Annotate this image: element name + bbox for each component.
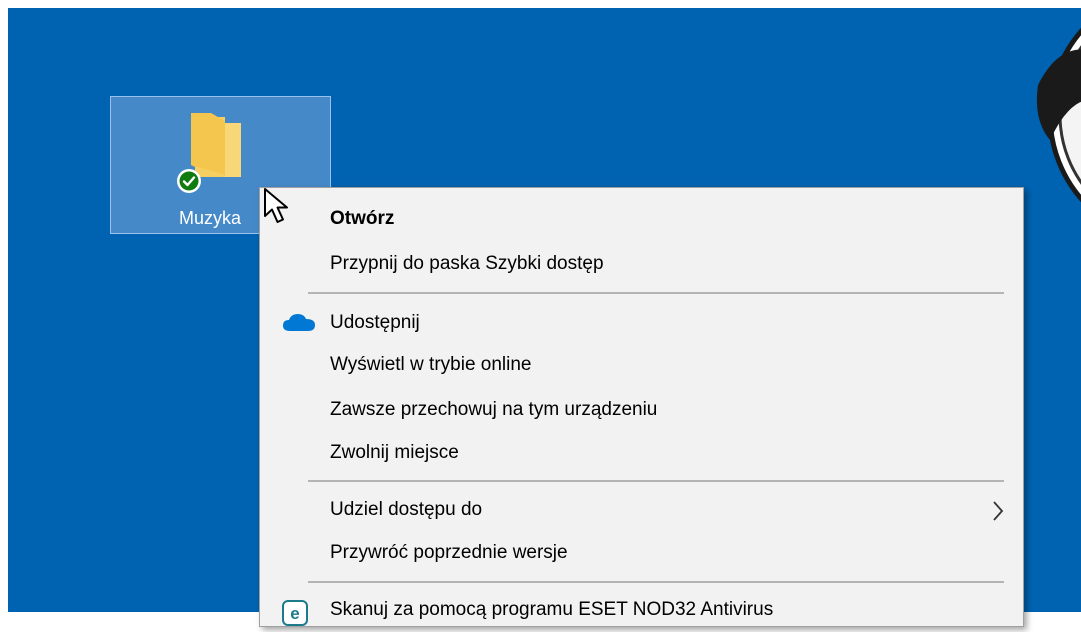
menu-item-view-online[interactable]: Wyświetl w trybie online — [260, 343, 1023, 387]
corner-badge-icon — [1036, 27, 1081, 203]
svg-text:e: e — [290, 604, 299, 623]
screen-edge-left — [0, 0, 8, 612]
menu-item-label: Zawsze przechowuj na tym urządzeniu — [330, 399, 658, 420]
menu-item-label: Udziel dostępu do — [330, 499, 483, 520]
menu-separator — [308, 480, 1004, 482]
chevron-right-icon — [993, 501, 1004, 521]
menu-item-open[interactable]: Otwórz — [260, 197, 1023, 241]
menu-item-label: Wyświetl w trybie online — [330, 354, 532, 375]
menu-item-label: Udostępnij — [330, 312, 420, 333]
folder-label: Muzyka — [179, 208, 242, 228]
eset-icon: e — [282, 600, 308, 626]
menu-item-pin-quick-access[interactable]: Przypnij do paska Szybki dostęp — [260, 242, 1023, 286]
menu-item-label: Przywróć poprzednie wersje — [330, 542, 568, 563]
menu-item-label: Otwórz — [330, 208, 395, 229]
menu-item-label: Zwolnij miejsce — [330, 442, 459, 463]
menu-item-label: Skanuj za pomocą programu ESET NOD32 Ant… — [330, 599, 774, 620]
menu-item-share[interactable]: Udostępnij — [260, 301, 1023, 345]
menu-item-free-space[interactable]: Zwolnij miejsce — [260, 431, 1023, 475]
context-menu: Otwórz Przypnij do paska Szybki dostęp U… — [259, 187, 1024, 627]
sync-check-icon — [177, 169, 201, 193]
menu-separator — [308, 292, 1004, 294]
mouse-cursor-icon — [264, 188, 288, 223]
menu-item-label: Przypnij do paska Szybki dostęp — [330, 253, 604, 274]
menu-item-give-access[interactable]: Udziel dostępu do — [260, 488, 1023, 532]
menu-separator — [308, 581, 1004, 583]
menu-item-always-keep[interactable]: Zawsze przechowuj na tym urządzeniu — [260, 388, 1023, 432]
menu-item-restore-versions[interactable]: Przywróć poprzednie wersje — [260, 531, 1023, 575]
menu-item-eset-scan[interactable]: e Skanuj za pomocą programu ESET NOD32 A… — [260, 588, 1023, 632]
onedrive-cloud-icon — [283, 314, 315, 331]
screen-edge-top — [0, 0, 1081, 8]
